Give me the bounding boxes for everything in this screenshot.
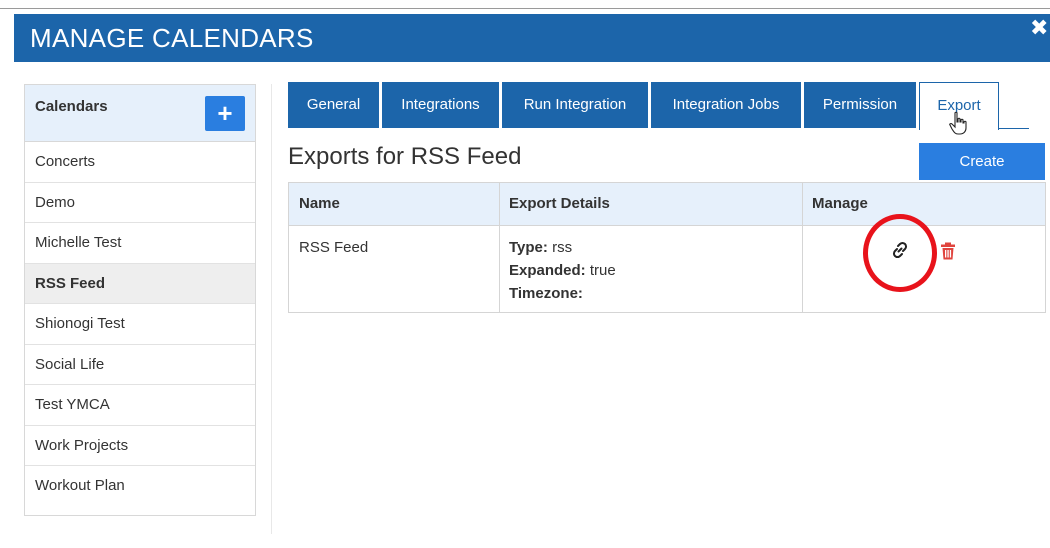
close-icon[interactable]: ✖	[1030, 17, 1050, 39]
calendar-item-workout-plan[interactable]: Workout Plan	[25, 466, 255, 507]
column-header-name: Name	[299, 195, 340, 212]
calendar-item-work-projects[interactable]: Work Projects	[25, 426, 255, 466]
table-header: Name Export Details Manage	[289, 183, 1045, 226]
calendar-item-test-ymca[interactable]: Test YMCA	[25, 385, 255, 426]
detail-expanded: Expanded: true	[509, 262, 616, 279]
sidebar-header: Calendars +	[25, 85, 255, 142]
calendar-list: Concerts Demo Michelle Test RSS Feed Shi…	[25, 142, 255, 507]
export-name-cell: RSS Feed	[299, 239, 369, 256]
add-calendar-button[interactable]: +	[205, 96, 245, 131]
tab-integrations[interactable]: Integrations	[382, 82, 499, 128]
window-top-edge	[0, 0, 1050, 9]
column-divider	[499, 183, 500, 312]
dialog-title: MANAGE CALENDARS	[30, 23, 314, 53]
export-details-cell: Type: rss Expanded: true Timezone:	[509, 236, 616, 305]
panel-divider	[271, 84, 272, 534]
calendar-item-shionogi-test[interactable]: Shionogi Test	[25, 304, 255, 345]
calendars-sidebar: Calendars + Concerts Demo Michelle Test …	[24, 84, 256, 516]
calendar-item-rss-feed[interactable]: RSS Feed	[25, 263, 255, 304]
calendar-item-demo[interactable]: Demo	[25, 183, 255, 223]
detail-timezone: Timezone:	[509, 285, 583, 302]
plus-icon: +	[217, 98, 233, 128]
create-button[interactable]: Create	[919, 143, 1045, 180]
calendar-item-social-life[interactable]: Social Life	[25, 345, 255, 385]
tab-general[interactable]: General	[288, 82, 379, 128]
sidebar-title: Calendars	[35, 98, 108, 115]
detail-type: Type: rss	[509, 239, 573, 256]
tab-integration-jobs[interactable]: Integration Jobs	[651, 82, 801, 128]
calendar-item-michelle-test[interactable]: Michelle Test	[25, 223, 255, 264]
column-divider	[802, 183, 803, 312]
trash-icon[interactable]	[940, 242, 956, 260]
dialog-header: MANAGE CALENDARS	[14, 14, 1050, 62]
calendar-item-concerts[interactable]: Concerts	[25, 142, 255, 183]
tab-baseline	[999, 128, 1029, 129]
tab-run-integration[interactable]: Run Integration	[502, 82, 648, 128]
hand-cursor-icon	[949, 111, 967, 135]
column-header-export-details: Export Details	[509, 195, 610, 212]
highlight-ring-annotation	[863, 214, 937, 292]
tab-permission[interactable]: Permission	[804, 82, 916, 128]
column-header-manage: Manage	[812, 195, 868, 212]
section-title: Exports for RSS Feed	[288, 143, 522, 170]
